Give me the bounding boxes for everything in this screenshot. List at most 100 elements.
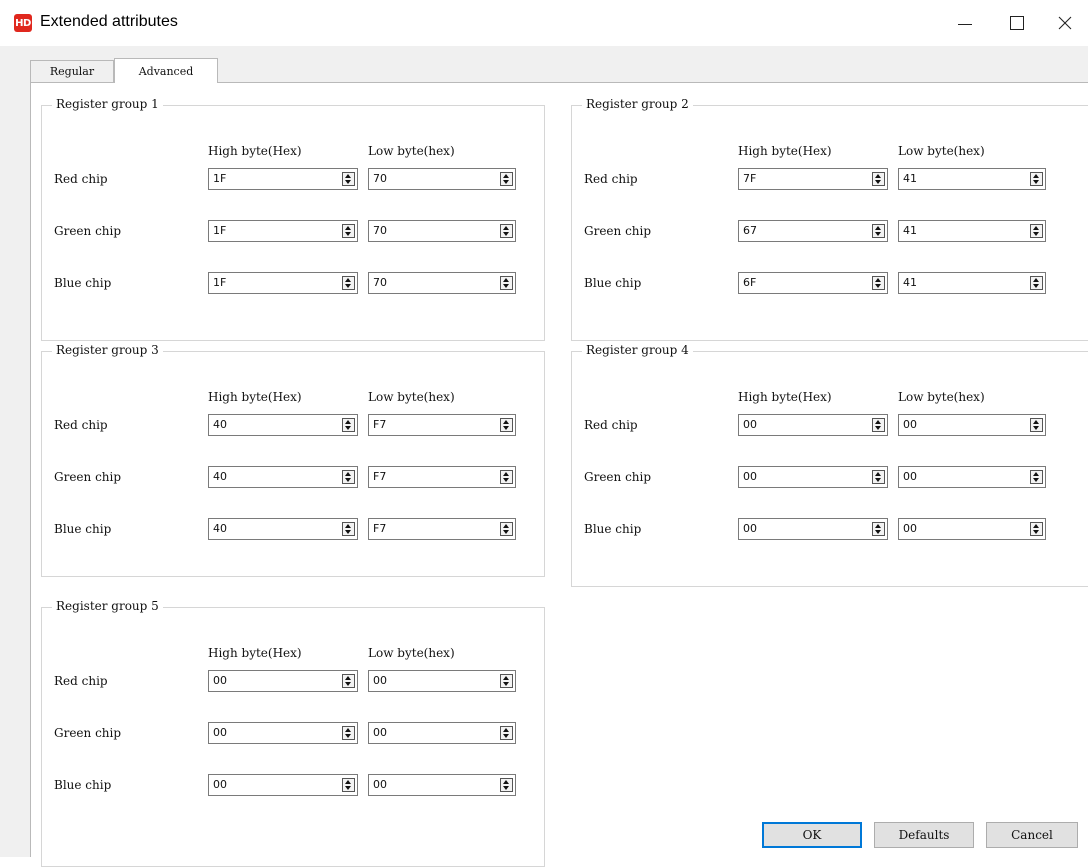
- low-byte-spinbox[interactable]: F7: [368, 466, 516, 488]
- low-byte-value[interactable]: F7: [373, 418, 386, 431]
- tab-advanced[interactable]: Advanced: [114, 58, 218, 83]
- ok-button[interactable]: OK: [762, 822, 862, 848]
- spin-arrows-icon[interactable]: [500, 172, 513, 186]
- spin-arrows-icon[interactable]: [342, 726, 355, 740]
- low-byte-spinbox[interactable]: 41: [898, 168, 1046, 190]
- low-byte-spinbox[interactable]: 70: [368, 168, 516, 190]
- low-byte-spinbox[interactable]: 00: [368, 774, 516, 796]
- defaults-button[interactable]: Defaults: [874, 822, 974, 848]
- high-byte-value[interactable]: 40: [213, 470, 227, 483]
- high-byte-spinbox[interactable]: 1F: [208, 168, 358, 190]
- low-byte-value[interactable]: F7: [373, 522, 386, 535]
- high-byte-value[interactable]: 7F: [743, 172, 756, 185]
- high-byte-spinbox[interactable]: 00: [738, 518, 888, 540]
- spin-arrows-icon[interactable]: [872, 470, 885, 484]
- high-byte-spinbox[interactable]: 1F: [208, 220, 358, 242]
- spin-arrows-icon[interactable]: [872, 522, 885, 536]
- high-byte-spinbox[interactable]: 7F: [738, 168, 888, 190]
- low-byte-value[interactable]: 70: [373, 224, 387, 237]
- spin-arrows-icon[interactable]: [342, 674, 355, 688]
- spin-arrows-icon[interactable]: [1030, 172, 1043, 186]
- high-byte-value[interactable]: 00: [743, 522, 757, 535]
- spin-arrows-icon[interactable]: [500, 674, 513, 688]
- spin-arrows-icon[interactable]: [342, 224, 355, 238]
- spin-arrows-icon[interactable]: [1030, 224, 1043, 238]
- minimize-button[interactable]: [942, 6, 988, 40]
- low-byte-value[interactable]: 00: [373, 726, 387, 739]
- high-byte-header: High byte(Hex): [738, 390, 832, 404]
- low-byte-value[interactable]: 70: [373, 276, 387, 289]
- spin-arrows-icon[interactable]: [342, 778, 355, 792]
- low-byte-spinbox[interactable]: 00: [368, 722, 516, 744]
- spin-arrows-icon[interactable]: [342, 276, 355, 290]
- high-byte-value[interactable]: 00: [213, 726, 227, 739]
- maximize-button[interactable]: [994, 6, 1040, 40]
- spin-arrows-icon[interactable]: [500, 726, 513, 740]
- spin-arrows-icon[interactable]: [1030, 276, 1043, 290]
- high-byte-value[interactable]: 00: [743, 418, 757, 431]
- spin-arrows-icon[interactable]: [872, 418, 885, 432]
- tab-regular[interactable]: Regular: [30, 60, 114, 82]
- cancel-button[interactable]: Cancel: [986, 822, 1078, 848]
- high-byte-spinbox[interactable]: 67: [738, 220, 888, 242]
- high-byte-value[interactable]: 40: [213, 522, 227, 535]
- high-byte-value[interactable]: 6F: [743, 276, 756, 289]
- spin-arrows-icon[interactable]: [872, 224, 885, 238]
- high-byte-spinbox[interactable]: 00: [738, 466, 888, 488]
- low-byte-spinbox[interactable]: 00: [368, 670, 516, 692]
- low-byte-value[interactable]: 00: [903, 522, 917, 535]
- low-byte-value[interactable]: 41: [903, 224, 917, 237]
- spin-arrows-icon[interactable]: [500, 418, 513, 432]
- spin-arrows-icon[interactable]: [872, 276, 885, 290]
- high-byte-spinbox[interactable]: 40: [208, 414, 358, 436]
- spin-arrows-icon[interactable]: [1030, 522, 1043, 536]
- close-button[interactable]: [1042, 6, 1088, 40]
- spin-arrows-icon[interactable]: [342, 172, 355, 186]
- low-byte-value[interactable]: 00: [903, 470, 917, 483]
- low-byte-spinbox[interactable]: F7: [368, 518, 516, 540]
- high-byte-value[interactable]: 00: [743, 470, 757, 483]
- low-byte-value[interactable]: 00: [903, 418, 917, 431]
- low-byte-value[interactable]: 41: [903, 276, 917, 289]
- low-byte-value[interactable]: 00: [373, 778, 387, 791]
- high-byte-value[interactable]: 40: [213, 418, 227, 431]
- high-byte-value[interactable]: 00: [213, 674, 227, 687]
- high-byte-spinbox[interactable]: 40: [208, 518, 358, 540]
- spin-arrows-icon[interactable]: [342, 418, 355, 432]
- high-byte-spinbox[interactable]: 00: [208, 670, 358, 692]
- high-byte-spinbox[interactable]: 00: [208, 722, 358, 744]
- low-byte-spinbox[interactable]: 70: [368, 272, 516, 294]
- high-byte-value[interactable]: 67: [743, 224, 757, 237]
- chip-label: Green chip: [584, 470, 652, 484]
- high-byte-spinbox[interactable]: 1F: [208, 272, 358, 294]
- low-byte-value[interactable]: 70: [373, 172, 387, 185]
- spin-arrows-icon[interactable]: [1030, 418, 1043, 432]
- high-byte-value[interactable]: 1F: [213, 276, 226, 289]
- low-byte-value[interactable]: 41: [903, 172, 917, 185]
- high-byte-spinbox[interactable]: 00: [738, 414, 888, 436]
- spin-arrows-icon[interactable]: [500, 470, 513, 484]
- spin-arrows-icon[interactable]: [872, 172, 885, 186]
- spin-arrows-icon[interactable]: [500, 224, 513, 238]
- low-byte-value[interactable]: 00: [373, 674, 387, 687]
- spin-arrows-icon[interactable]: [342, 470, 355, 484]
- spin-arrows-icon[interactable]: [1030, 470, 1043, 484]
- high-byte-value[interactable]: 1F: [213, 172, 226, 185]
- spin-arrows-icon[interactable]: [500, 778, 513, 792]
- low-byte-value[interactable]: F7: [373, 470, 386, 483]
- spin-arrows-icon[interactable]: [500, 276, 513, 290]
- high-byte-value[interactable]: 1F: [213, 224, 226, 237]
- high-byte-value[interactable]: 00: [213, 778, 227, 791]
- low-byte-spinbox[interactable]: 41: [898, 272, 1046, 294]
- low-byte-spinbox[interactable]: 00: [898, 466, 1046, 488]
- high-byte-spinbox[interactable]: 00: [208, 774, 358, 796]
- low-byte-spinbox[interactable]: 00: [898, 414, 1046, 436]
- low-byte-spinbox[interactable]: 70: [368, 220, 516, 242]
- low-byte-spinbox[interactable]: 00: [898, 518, 1046, 540]
- low-byte-spinbox[interactable]: F7: [368, 414, 516, 436]
- spin-arrows-icon[interactable]: [500, 522, 513, 536]
- low-byte-spinbox[interactable]: 41: [898, 220, 1046, 242]
- high-byte-spinbox[interactable]: 40: [208, 466, 358, 488]
- spin-arrows-icon[interactable]: [342, 522, 355, 536]
- high-byte-spinbox[interactable]: 6F: [738, 272, 888, 294]
